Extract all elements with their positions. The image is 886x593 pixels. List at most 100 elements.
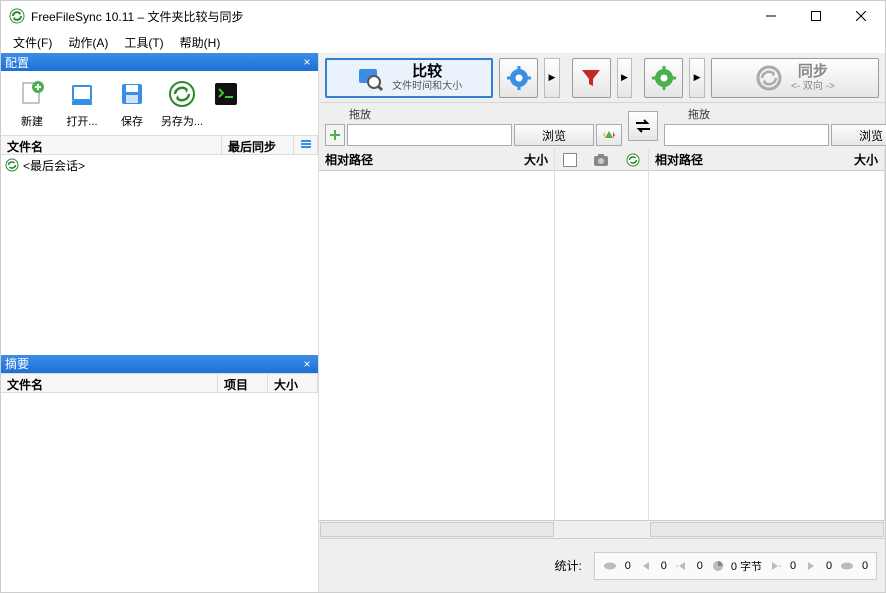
new-label: 新建 bbox=[21, 113, 43, 129]
stat-v5: 0 bbox=[788, 560, 798, 572]
grid-area: 相对路径 大小 相对路径 bbox=[319, 149, 885, 520]
right-drop-label: 拖放 bbox=[664, 106, 886, 122]
path-row: 拖放 浏览 拖放 bbox=[319, 103, 885, 149]
saveas-sync-button[interactable]: 另存为... bbox=[159, 77, 205, 129]
menu-help[interactable]: 帮助(H) bbox=[172, 32, 229, 53]
left-col-relpath[interactable]: 相对路径 bbox=[319, 149, 379, 170]
col-filename[interactable]: 文件名 bbox=[1, 136, 222, 154]
open-icon bbox=[65, 77, 99, 111]
menu-tools[interactable]: 工具(T) bbox=[116, 32, 171, 53]
stat-v2: 0 bbox=[659, 560, 669, 572]
magnifier-icon bbox=[356, 64, 384, 92]
col-lastsync[interactable]: 最后同步 bbox=[222, 136, 294, 154]
left-col-size[interactable]: 大小 bbox=[518, 149, 554, 170]
statusbar: 统计: 0 0 0 0 字节 0 0 0 bbox=[319, 538, 885, 592]
menu-file[interactable]: 文件(F) bbox=[5, 32, 60, 53]
filter-button[interactable] bbox=[572, 58, 611, 98]
maximize-button[interactable] bbox=[793, 2, 838, 30]
stat-pie-icon bbox=[709, 557, 727, 575]
right-col-size[interactable]: 大小 bbox=[848, 149, 884, 170]
config-list[interactable]: <最后会话> bbox=[1, 155, 318, 355]
app-icon bbox=[9, 8, 25, 24]
gear-blue-icon bbox=[506, 65, 532, 91]
menubar: 文件(F) 动作(A) 工具(T) 帮助(H) bbox=[1, 31, 885, 53]
minimize-button[interactable] bbox=[748, 2, 793, 30]
camera-icon[interactable] bbox=[593, 153, 609, 167]
col-toggle[interactable] bbox=[294, 136, 318, 154]
batch-icon bbox=[209, 77, 243, 111]
new-button[interactable]: 新建 bbox=[9, 77, 55, 129]
new-icon bbox=[15, 77, 49, 111]
stat-v4: 0 字节 bbox=[731, 558, 762, 574]
menu-action[interactable]: 动作(A) bbox=[60, 32, 116, 53]
left-browse-button[interactable]: 浏览 bbox=[514, 124, 594, 146]
stat-v7: 0 bbox=[860, 560, 870, 572]
stats-box: 0 0 0 0 字节 0 0 0 bbox=[594, 552, 877, 580]
close-button[interactable] bbox=[838, 2, 883, 30]
summary-panel-title: 摘要 bbox=[5, 355, 29, 372]
right-col-relpath[interactable]: 相对路径 bbox=[649, 149, 709, 170]
summary-columns: 文件名 项目 大小 bbox=[1, 373, 318, 393]
sync-button[interactable]: 同步 <- 双向 -> bbox=[711, 58, 879, 98]
config-panel-header: 配置 × bbox=[1, 53, 318, 71]
horizontal-scroll[interactable] bbox=[319, 520, 885, 538]
summary-panel-close[interactable]: × bbox=[300, 357, 314, 371]
sync-settings-button[interactable] bbox=[644, 58, 683, 98]
saveas-sync-icon bbox=[165, 77, 199, 111]
left-drop-label: 拖放 bbox=[325, 106, 622, 122]
action-bar: 比较 文件时间和大小 ▶ ▶ bbox=[319, 53, 885, 103]
left-path-input[interactable] bbox=[347, 124, 512, 146]
checkbox-header-icon[interactable] bbox=[563, 153, 577, 167]
config-panel-close[interactable]: × bbox=[300, 55, 314, 69]
stat-v1: 0 bbox=[623, 560, 633, 572]
right-path-input[interactable] bbox=[664, 124, 829, 146]
saveas-label: 另存为... bbox=[161, 113, 203, 129]
summary-col-name[interactable]: 文件名 bbox=[1, 374, 218, 392]
left-grid[interactable]: 相对路径 大小 bbox=[319, 149, 555, 520]
stat-plus-right-icon bbox=[766, 557, 784, 575]
window-title: FreeFileSync 10.11 – 文件夹比较与同步 bbox=[31, 8, 748, 25]
saveas-batch-button[interactable] bbox=[209, 77, 243, 129]
sync-icon bbox=[5, 158, 19, 172]
config-toolbar: 新建 打开... 保存 另存为... bbox=[1, 71, 318, 135]
save-label: 保存 bbox=[121, 113, 143, 129]
save-icon bbox=[115, 77, 149, 111]
stats-label: 统计: bbox=[554, 557, 581, 574]
gear-green-icon bbox=[651, 65, 677, 91]
stat-v3: 0 bbox=[695, 560, 705, 572]
stat-disk-right-icon bbox=[838, 557, 856, 575]
right-grid[interactable]: 相对路径 大小 bbox=[649, 149, 885, 520]
sync-settings-dropdown[interactable]: ▶ bbox=[689, 58, 705, 98]
config-panel-title: 配置 bbox=[5, 54, 29, 71]
compare-dropdown[interactable]: ▶ bbox=[544, 58, 560, 98]
stat-v6: 0 bbox=[824, 560, 834, 572]
stat-plus-left-icon bbox=[673, 557, 691, 575]
swap-button[interactable] bbox=[628, 111, 658, 141]
summary-panel-header: 摘要 × bbox=[1, 355, 318, 373]
summary-list[interactable] bbox=[1, 393, 318, 593]
add-left-pair-button[interactable] bbox=[325, 124, 345, 146]
compare-sublabel: 文件时间和大小 bbox=[392, 81, 462, 93]
list-item[interactable]: <最后会话> bbox=[1, 155, 318, 175]
sync-sublabel: <- 双向 -> bbox=[791, 81, 835, 93]
compare-settings-button[interactable] bbox=[499, 58, 538, 98]
right-browse-button[interactable]: 浏览 bbox=[831, 124, 886, 146]
compare-label: 比较 bbox=[412, 63, 442, 81]
stat-arrow-left-icon bbox=[637, 557, 655, 575]
summary-col-size[interactable]: 大小 bbox=[268, 374, 318, 392]
sync-grey-icon bbox=[755, 64, 783, 92]
left-cloud-button[interactable] bbox=[596, 124, 622, 146]
open-label: 打开... bbox=[66, 113, 97, 129]
summary-col-items[interactable]: 项目 bbox=[218, 374, 268, 392]
stat-disk-left-icon bbox=[601, 557, 619, 575]
sync-header-icon[interactable] bbox=[626, 153, 640, 167]
save-button[interactable]: 保存 bbox=[109, 77, 155, 129]
open-button[interactable]: 打开... bbox=[59, 77, 105, 129]
middle-grid[interactable] bbox=[555, 149, 649, 520]
config-columns: 文件名 最后同步 bbox=[1, 135, 318, 155]
funnel-icon bbox=[579, 66, 603, 90]
compare-button[interactable]: 比较 文件时间和大小 bbox=[325, 58, 493, 98]
filter-dropdown[interactable]: ▶ bbox=[617, 58, 633, 98]
sync-label: 同步 bbox=[798, 63, 828, 81]
stat-arrow-right-icon bbox=[802, 557, 820, 575]
